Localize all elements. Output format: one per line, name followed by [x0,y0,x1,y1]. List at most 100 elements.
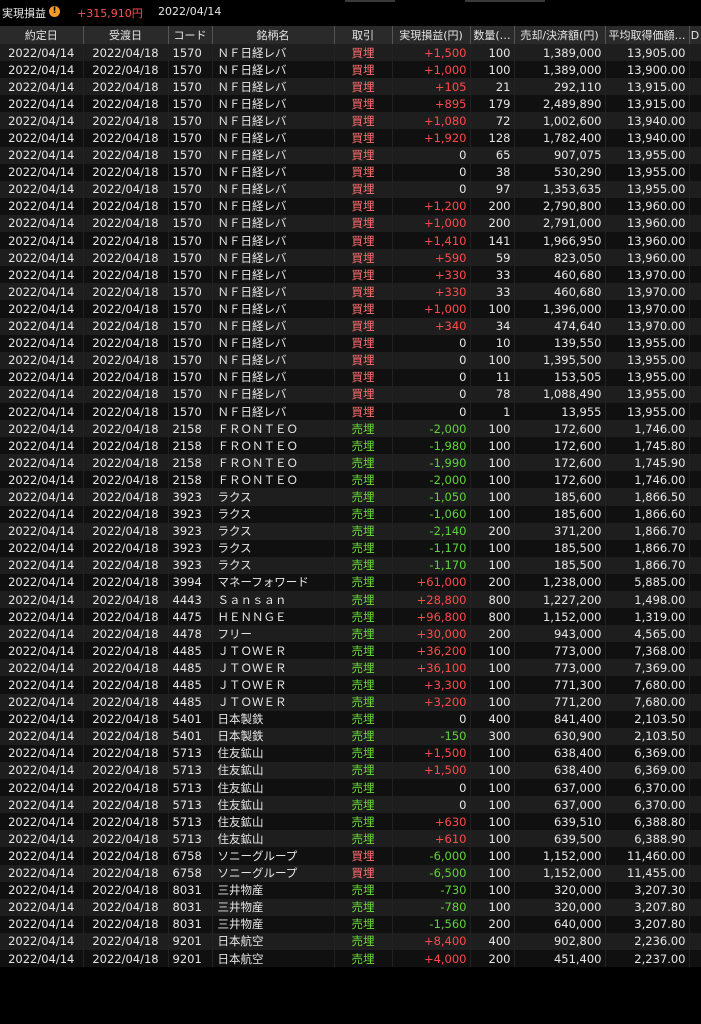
settle-date-cell: 2022/04/18 [83,932,169,950]
avg-price-cell: 13,900.00 [605,61,690,79]
table-row[interactable]: 2022/04/14 2022/04/18 8031 三井物産 売埋 -780 100 320… [0,898,701,916]
table-row[interactable]: 2022/04/14 2022/04/18 1570 ＮＦ日経レバ 買埋 +330 33 46… [0,266,701,284]
code-cell: 5713 [168,813,213,831]
table-row[interactable]: 2022/04/14 2022/04/18 1570 ＮＦ日経レバ 買埋 0 11 153,5… [0,368,701,386]
table-row[interactable]: 2022/04/14 2022/04/18 1570 ＮＦ日経レバ 買埋 +1,200 20… [0,197,701,215]
table-row[interactable]: 2022/04/14 2022/04/18 1570 ＮＦ日経レバ 買埋 +1,080 72… [0,112,701,130]
avg-price-cell: 2,237.00 [605,949,690,968]
warning-icon[interactable]: ! [49,6,60,17]
col-header-avg-price[interactable]: 平均取得価額… [605,26,690,44]
table-row[interactable]: 2022/04/14 2022/04/18 4485 ＪＴＯＷＥＲ 売埋 +36,200 1… [0,642,701,660]
table-row[interactable]: 2022/04/14 2022/04/18 1570 ＮＦ日経レバ 買埋 0 38 530,2… [0,163,701,181]
table-row[interactable]: 2022/04/14 2022/04/18 5713 住友鉱山 売埋 +630 100 639… [0,813,701,831]
table-row[interactable]: 2022/04/14 2022/04/18 4475 ＨＥＮＮＧＥ 売埋 +96,800 8… [0,608,701,626]
table-row[interactable]: 2022/04/14 2022/04/18 5713 住友鉱山 売埋 0 100 637,00… [0,779,701,797]
table-row[interactable]: 2022/04/14 2022/04/18 1570 ＮＦ日経レバ 買埋 0 97 1,353… [0,180,701,198]
amount-cell: 638,400 [514,744,606,762]
pnl-cell: 0 [392,385,471,403]
pnl-cell: 0 [392,402,471,421]
table-row[interactable]: 2022/04/14 2022/04/18 1570 ＮＦ日経レバ 買埋 0 1 13,955… [0,402,701,421]
table-row[interactable]: 2022/04/14 2022/04/18 1570 ＮＦ日経レバ 買埋 +330 33 46… [0,283,701,301]
table-row[interactable]: 2022/04/14 2022/04/18 3923 ラクス 売埋 -2,140 200 37… [0,522,701,540]
name-cell: 住友鉱山 [212,813,335,831]
table-row[interactable]: 2022/04/14 2022/04/18 1570 ＮＦ日経レバ 買埋 +895 179 2… [0,95,701,113]
table-row[interactable]: 2022/04/14 2022/04/18 1570 ＮＦ日経レバ 買埋 +105 21 29… [0,78,701,96]
col-header-trade-date[interactable]: 約定日 [0,26,84,44]
table-row[interactable]: 2022/04/14 2022/04/18 1570 ＮＦ日経レバ 買埋 +340 34 47… [0,317,701,335]
table-row[interactable]: 2022/04/14 2022/04/18 4485 ＪＴＯＷＥＲ 売埋 +3,200 10… [0,693,701,711]
col-header-pnl[interactable]: 実現損益(円) [392,26,471,44]
table-row[interactable]: 2022/04/14 2022/04/18 4443 Ｓａｎｓａｎ 売埋 +28,800 8… [0,591,701,609]
avg-price-cell: 1,866.70 [605,539,690,557]
table-row[interactable]: 2022/04/14 2022/04/18 1570 ＮＦ日経レバ 買埋 0 65 907,0… [0,146,701,164]
table-row[interactable]: 2022/04/14 2022/04/18 1570 ＮＦ日経レバ 買埋 0 100 1,39… [0,351,701,369]
col-header-extra[interactable]: D [689,26,701,44]
pnl-cell: -1,560 [392,915,471,933]
table-row[interactable]: 2022/04/14 2022/04/18 5713 住友鉱山 売埋 0 100 637,00… [0,796,701,814]
table-row[interactable]: 2022/04/14 2022/04/18 5713 住友鉱山 売埋 +1,500 100 6… [0,761,701,780]
table-row[interactable]: 2022/04/14 2022/04/18 1570 ＮＦ日経レバ 買埋 +1,410 14… [0,232,701,250]
avg-price-cell: 13,955.00 [605,334,690,352]
table-row[interactable]: 2022/04/14 2022/04/18 1570 ＮＦ日経レバ 買埋 +1,000 10… [0,300,701,318]
side-cell: 買埋 [334,249,393,267]
table-row[interactable]: 2022/04/14 2022/04/18 2158 ＦＲＯＮＴＥＯ 売埋 -2,000 1… [0,420,701,438]
table-row[interactable]: 2022/04/14 2022/04/18 2158 ＦＲＯＮＴＥＯ 売埋 -1,980 1… [0,437,701,455]
pnl-cell: -2,140 [392,522,471,540]
table-row[interactable]: 2022/04/14 2022/04/18 6758 ソニーグループ 買埋 -6,500 1… [0,864,701,882]
amount-cell: 320,000 [514,881,606,899]
table-row[interactable]: 2022/04/14 2022/04/18 4485 ＪＴＯＷＥＲ 売埋 +3,300 10… [0,676,701,694]
table-row[interactable]: 2022/04/14 2022/04/18 2158 ＦＲＯＮＴＥＯ 売埋 -2,000 1… [0,471,701,489]
table-row[interactable]: 2022/04/14 2022/04/18 1570 ＮＦ日経レバ 買埋 +590 59 82… [0,249,701,267]
table-row[interactable]: 2022/04/14 2022/04/18 5713 住友鉱山 売埋 +1,500 100 6… [0,744,701,762]
table-row[interactable]: 2022/04/14 2022/04/18 9201 日本航空 売埋 +8,400 400 9… [0,932,701,950]
table-row[interactable]: 2022/04/14 2022/04/18 3923 ラクス 売埋 -1,050 100 18… [0,488,701,506]
name-cell: ＦＲＯＮＴＥＯ [212,437,335,455]
table-row[interactable]: 2022/04/14 2022/04/18 6758 ソニーグループ 買埋 -6,000 1… [0,847,701,865]
code-cell: 1570 [168,163,213,181]
qty-cell: 100 [470,693,515,711]
pnl-cell: +1,000 [392,214,471,233]
table-row[interactable]: 2022/04/14 2022/04/18 5401 日本製鉄 売埋 -150 300 630… [0,727,701,745]
trade-date-cell: 2022/04/14 [0,727,84,745]
table-row[interactable]: 2022/04/14 2022/04/18 3923 ラクス 売埋 -1,170 100 18… [0,539,701,557]
pnl-cell: -150 [392,727,471,745]
code-cell: 3923 [168,505,213,523]
trade-date-cell: 2022/04/14 [0,556,84,574]
trade-date-cell: 2022/04/14 [0,300,84,318]
col-header-side[interactable]: 取引 [334,26,393,44]
col-header-amount[interactable]: 売却/決済額(円) [514,26,606,44]
table-row[interactable]: 2022/04/14 2022/04/18 5401 日本製鉄 売埋 0 400 841,40… [0,710,701,728]
table-row[interactable]: 2022/04/14 2022/04/18 1570 ＮＦ日経レバ 買埋 0 10 139,5… [0,334,701,352]
code-cell: 1570 [168,249,213,267]
name-cell: 住友鉱山 [212,830,335,848]
code-cell: 1570 [168,385,213,403]
col-header-code[interactable]: コード [168,26,213,44]
side-cell: 売埋 [334,881,393,899]
table-row[interactable]: 2022/04/14 2022/04/18 2158 ＦＲＯＮＴＥＯ 売埋 -1,990 1… [0,454,701,472]
side-cell: 売埋 [334,591,393,609]
table-row[interactable]: 2022/04/14 2022/04/18 4478 フリー 売埋 +30,000 200 9… [0,625,701,643]
table-row[interactable]: 2022/04/14 2022/04/18 1570 ＮＦ日経レバ 買埋 +1,920 12… [0,129,701,147]
pnl-cell: +61,000 [392,573,471,591]
table-row[interactable]: 2022/04/14 2022/04/18 3994 マネーフォワード 売埋 +61,00… [0,573,701,591]
code-cell: 8031 [168,881,213,899]
table-row[interactable]: 2022/04/14 2022/04/18 3923 ラクス 売埋 -1,060 100 18… [0,505,701,523]
table-row[interactable]: 2022/04/14 2022/04/18 1570 ＮＦ日経レバ 買埋 0 78 1,088… [0,385,701,403]
table-row[interactable]: 2022/04/14 2022/04/18 1570 ＮＦ日経レバ 買埋 +1,500 10… [0,44,701,62]
table-row[interactable]: 2022/04/14 2022/04/18 1570 ＮＦ日経レバ 買埋 +1,000 10… [0,61,701,79]
amount-cell: 1,966,950 [514,232,606,250]
trade-date-cell: 2022/04/14 [0,813,84,831]
table-row[interactable]: 2022/04/14 2022/04/18 9201 日本航空 売埋 +4,000 200 4… [0,949,701,968]
table-row[interactable]: 2022/04/14 2022/04/18 4485 ＪＴＯＷＥＲ 売埋 +36,100 1… [0,659,701,677]
avg-price-cell: 13,960.00 [605,249,690,267]
trade-date-cell: 2022/04/14 [0,351,84,369]
table-row[interactable]: 2022/04/14 2022/04/18 3923 ラクス 売埋 -1,170 100 18… [0,556,701,574]
col-header-settle-date[interactable]: 受渡日 [83,26,169,44]
col-header-name[interactable]: 銘柄名 [212,26,335,44]
table-row[interactable]: 2022/04/14 2022/04/18 8031 三井物産 売埋 -1,560 200 6… [0,915,701,933]
table-row[interactable]: 2022/04/14 2022/04/18 8031 三井物産 売埋 -730 100 320… [0,881,701,899]
toolbar-divider [345,0,395,2]
col-header-qty[interactable]: 数量(… [470,26,515,44]
table-row[interactable]: 2022/04/14 2022/04/18 1570 ＮＦ日経レバ 買埋 +1,000 20… [0,214,701,233]
table-row[interactable]: 2022/04/14 2022/04/18 5713 住友鉱山 売埋 +610 100 639… [0,830,701,848]
